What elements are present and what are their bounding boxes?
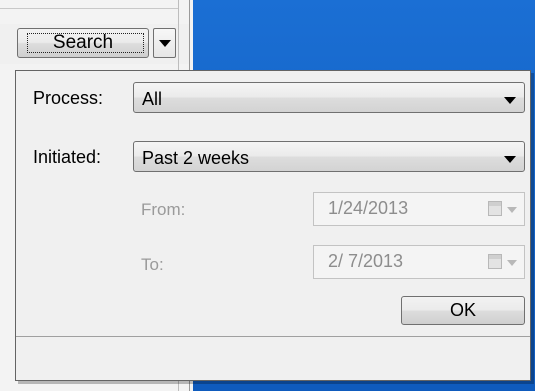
- from-date-value: 1/24/2013: [328, 198, 409, 218]
- from-date-picker[interactable]: 1/24/2013: [313, 192, 525, 226]
- process-label: Process:: [33, 88, 104, 108]
- to-date-picker[interactable]: 2/ 7/2013: [313, 245, 525, 279]
- initiated-value: Past 2 weeks: [142, 148, 250, 168]
- chevron-down-icon: [504, 156, 516, 163]
- status-bar-divider: [16, 336, 530, 337]
- chevron-down-icon: [507, 207, 517, 213]
- chevron-down-icon: [504, 97, 516, 104]
- chevron-down-icon: [158, 39, 171, 47]
- search-button-label: Search: [52, 32, 114, 53]
- from-label: From:: [141, 200, 186, 219]
- search-filter-popup: Process: All Initiated: Past 2 weeks Fro…: [15, 70, 531, 381]
- calendar-icon: [488, 254, 502, 269]
- to-date-value: 2/ 7/2013: [328, 251, 404, 271]
- calendar-icon: [488, 201, 502, 216]
- ok-button-label: OK: [449, 300, 476, 320]
- initiated-label: Initiated:: [33, 147, 102, 167]
- divider: [0, 8, 178, 9]
- ok-button[interactable]: OK: [401, 296, 525, 325]
- search-dropdown-button[interactable]: [153, 28, 176, 58]
- process-value: All: [142, 89, 163, 109]
- process-select[interactable]: All: [133, 82, 525, 113]
- initiated-select[interactable]: Past 2 weeks: [133, 141, 525, 172]
- chevron-down-icon: [507, 260, 517, 266]
- to-label: To:: [141, 255, 164, 274]
- search-button[interactable]: Search: [17, 28, 149, 58]
